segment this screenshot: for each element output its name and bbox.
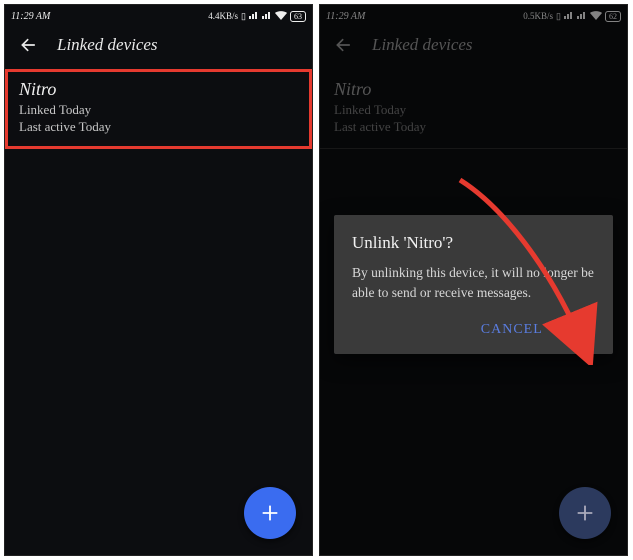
page-title: Linked devices <box>57 35 158 55</box>
ok-button[interactable]: OK <box>569 322 591 338</box>
status-icons: 4.4KB/s ▯ 63 <box>208 11 306 22</box>
signal-icon <box>249 11 259 21</box>
signal-icon <box>262 11 272 21</box>
sim-icon: ▯ <box>241 11 246 22</box>
phone-screen-right: 11:29 AM 0.5KB/s ▯ 62 Linked devices Nit… <box>319 4 628 556</box>
device-list-item[interactable]: Nitro Linked Today Last active Today <box>5 69 312 149</box>
dialog-actions: CANCEL OK <box>352 318 595 346</box>
wifi-icon <box>275 11 287 22</box>
net-speed: 4.4KB/s <box>208 11 238 21</box>
plus-icon <box>574 502 596 524</box>
add-device-fab[interactable] <box>559 487 611 539</box>
battery-icon: 63 <box>290 11 306 22</box>
phone-screen-left: 11:29 AM 4.4KB/s ▯ 63 Linked devices Nit… <box>4 4 313 556</box>
status-time: 11:29 AM <box>11 11 50 22</box>
dialog-title: Unlink 'Nitro'? <box>352 233 595 253</box>
dialog-body: By unlinking this device, it will no lon… <box>352 263 595 302</box>
device-active: Last active Today <box>19 119 298 136</box>
plus-icon <box>259 502 281 524</box>
add-device-fab[interactable] <box>244 487 296 539</box>
back-icon[interactable] <box>19 35 39 55</box>
cancel-button[interactable]: CANCEL <box>481 322 543 338</box>
device-linked: Linked Today <box>19 102 298 119</box>
unlink-dialog: Unlink 'Nitro'? By unlinking this device… <box>334 215 613 354</box>
device-name: Nitro <box>19 79 298 100</box>
status-bar: 11:29 AM 4.4KB/s ▯ 63 <box>5 5 312 25</box>
app-bar: Linked devices <box>5 25 312 69</box>
